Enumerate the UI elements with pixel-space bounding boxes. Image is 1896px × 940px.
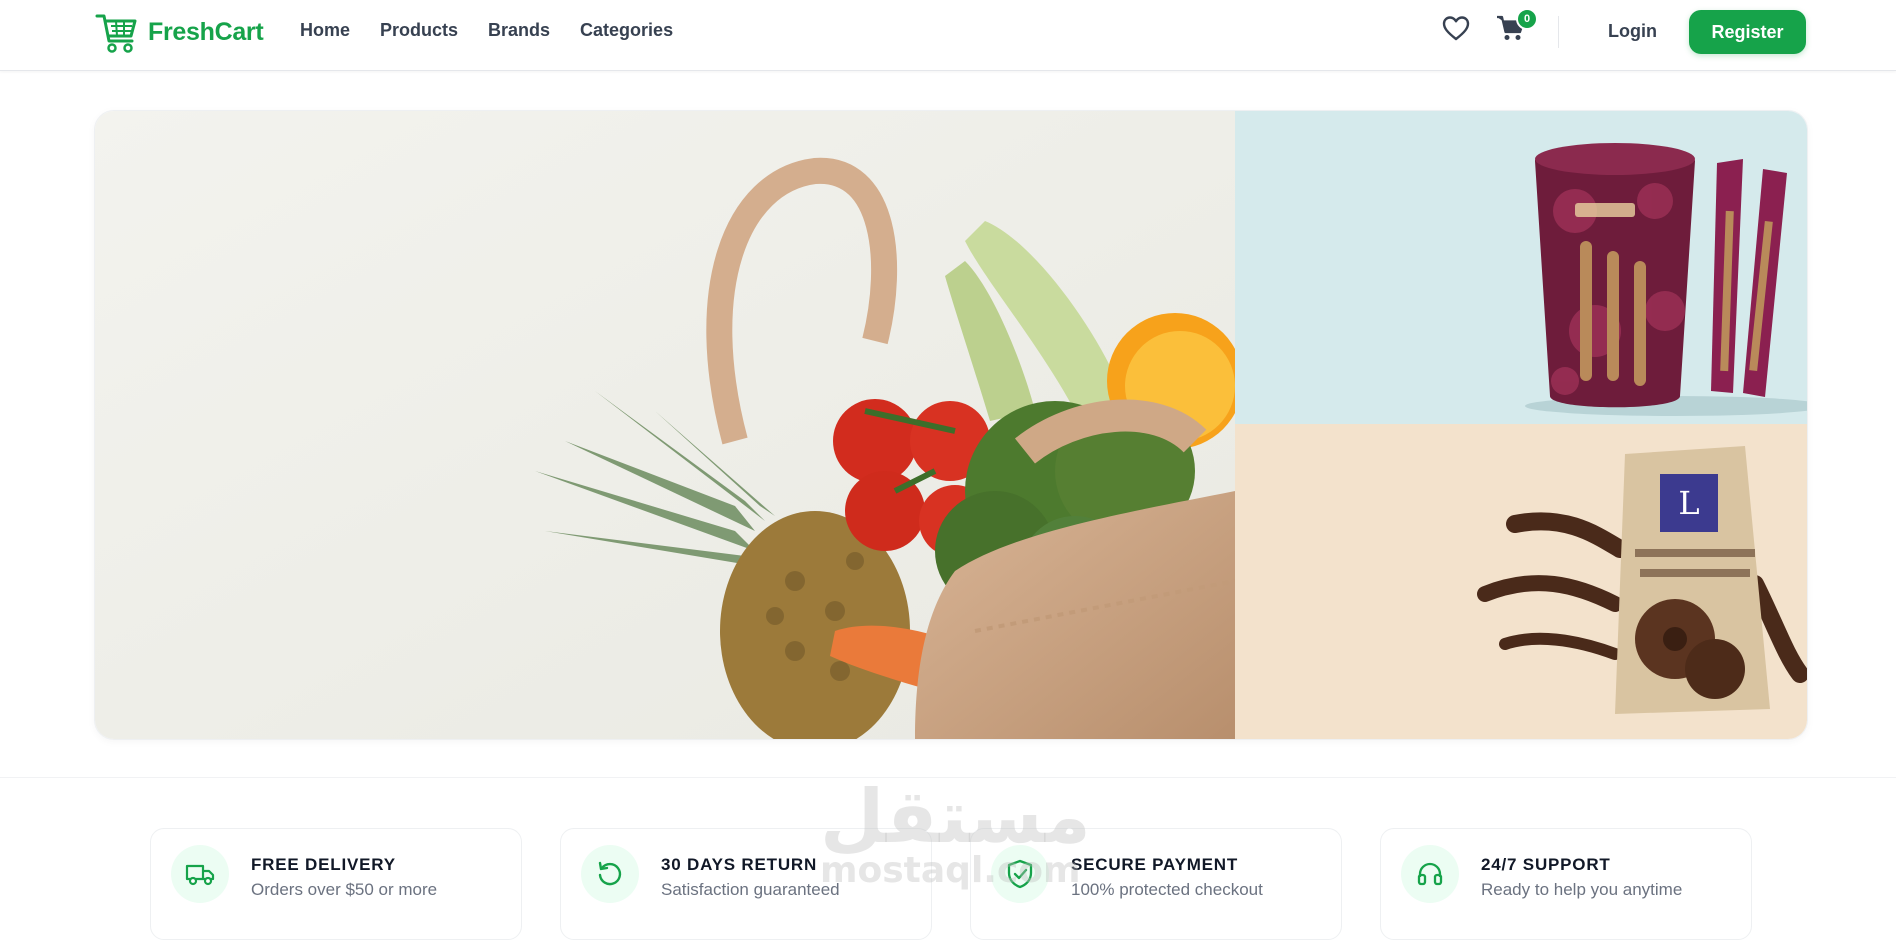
hero-banner: L <box>94 110 1808 740</box>
feature-title: 30 DAYS RETURN <box>661 855 818 874</box>
heart-icon <box>1442 15 1470 46</box>
headset-icon <box>1401 845 1459 903</box>
feature-subtitle: Ready to help you anytime <box>1481 880 1683 899</box>
section-divider <box>0 777 1896 778</box>
feature-subtitle: Orders over $50 or more <box>251 880 438 899</box>
feature-card-support: 24/7 SUPPORT Ready to help you anytime <box>1380 828 1752 940</box>
wishlist-button[interactable] <box>1440 14 1472 46</box>
hero-side-image-top[interactable] <box>1235 111 1807 424</box>
hero-side-image-bottom[interactable]: L <box>1235 424 1807 739</box>
return-icon <box>581 845 639 903</box>
hero-main-image[interactable] <box>95 111 1235 739</box>
nav-link-categories[interactable]: Categories <box>580 20 673 41</box>
feature-title: 24/7 SUPPORT <box>1481 855 1611 874</box>
feature-title: SECURE PAYMENT <box>1071 855 1239 874</box>
truck-icon <box>171 845 229 903</box>
main-nav: Home Products Brands Categories <box>300 20 673 41</box>
feature-subtitle: Satisfaction guaranteed <box>661 880 840 899</box>
nav-divider <box>1558 16 1559 48</box>
brand-logo-link[interactable]: FreshCart <box>94 8 264 56</box>
nav-link-home[interactable]: Home <box>300 20 350 41</box>
nav-link-products[interactable]: Products <box>380 20 458 41</box>
register-button[interactable]: Register <box>1689 10 1806 54</box>
feature-subtitle: 100% protected checkout <box>1071 880 1263 899</box>
brand-name: FreshCart <box>148 17 264 46</box>
feature-card-delivery: FREE DELIVERY Orders over $50 or more <box>150 828 522 940</box>
nav-link-brands[interactable]: Brands <box>488 20 550 41</box>
navbar: FreshCart Home Products Brands Categorie… <box>0 0 1896 71</box>
svg-text:L: L <box>1678 484 1699 522</box>
shield-icon <box>991 845 1049 903</box>
cart-logo-icon <box>94 9 140 55</box>
cart-count-badge: 0 <box>1516 8 1538 30</box>
feature-card-payment: SECURE PAYMENT 100% protected checkout <box>970 828 1342 940</box>
feature-card-return: 30 DAYS RETURN Satisfaction guaranteed <box>560 828 932 940</box>
feature-title: FREE DELIVERY <box>251 855 396 874</box>
login-link[interactable]: Login <box>1608 21 1657 42</box>
